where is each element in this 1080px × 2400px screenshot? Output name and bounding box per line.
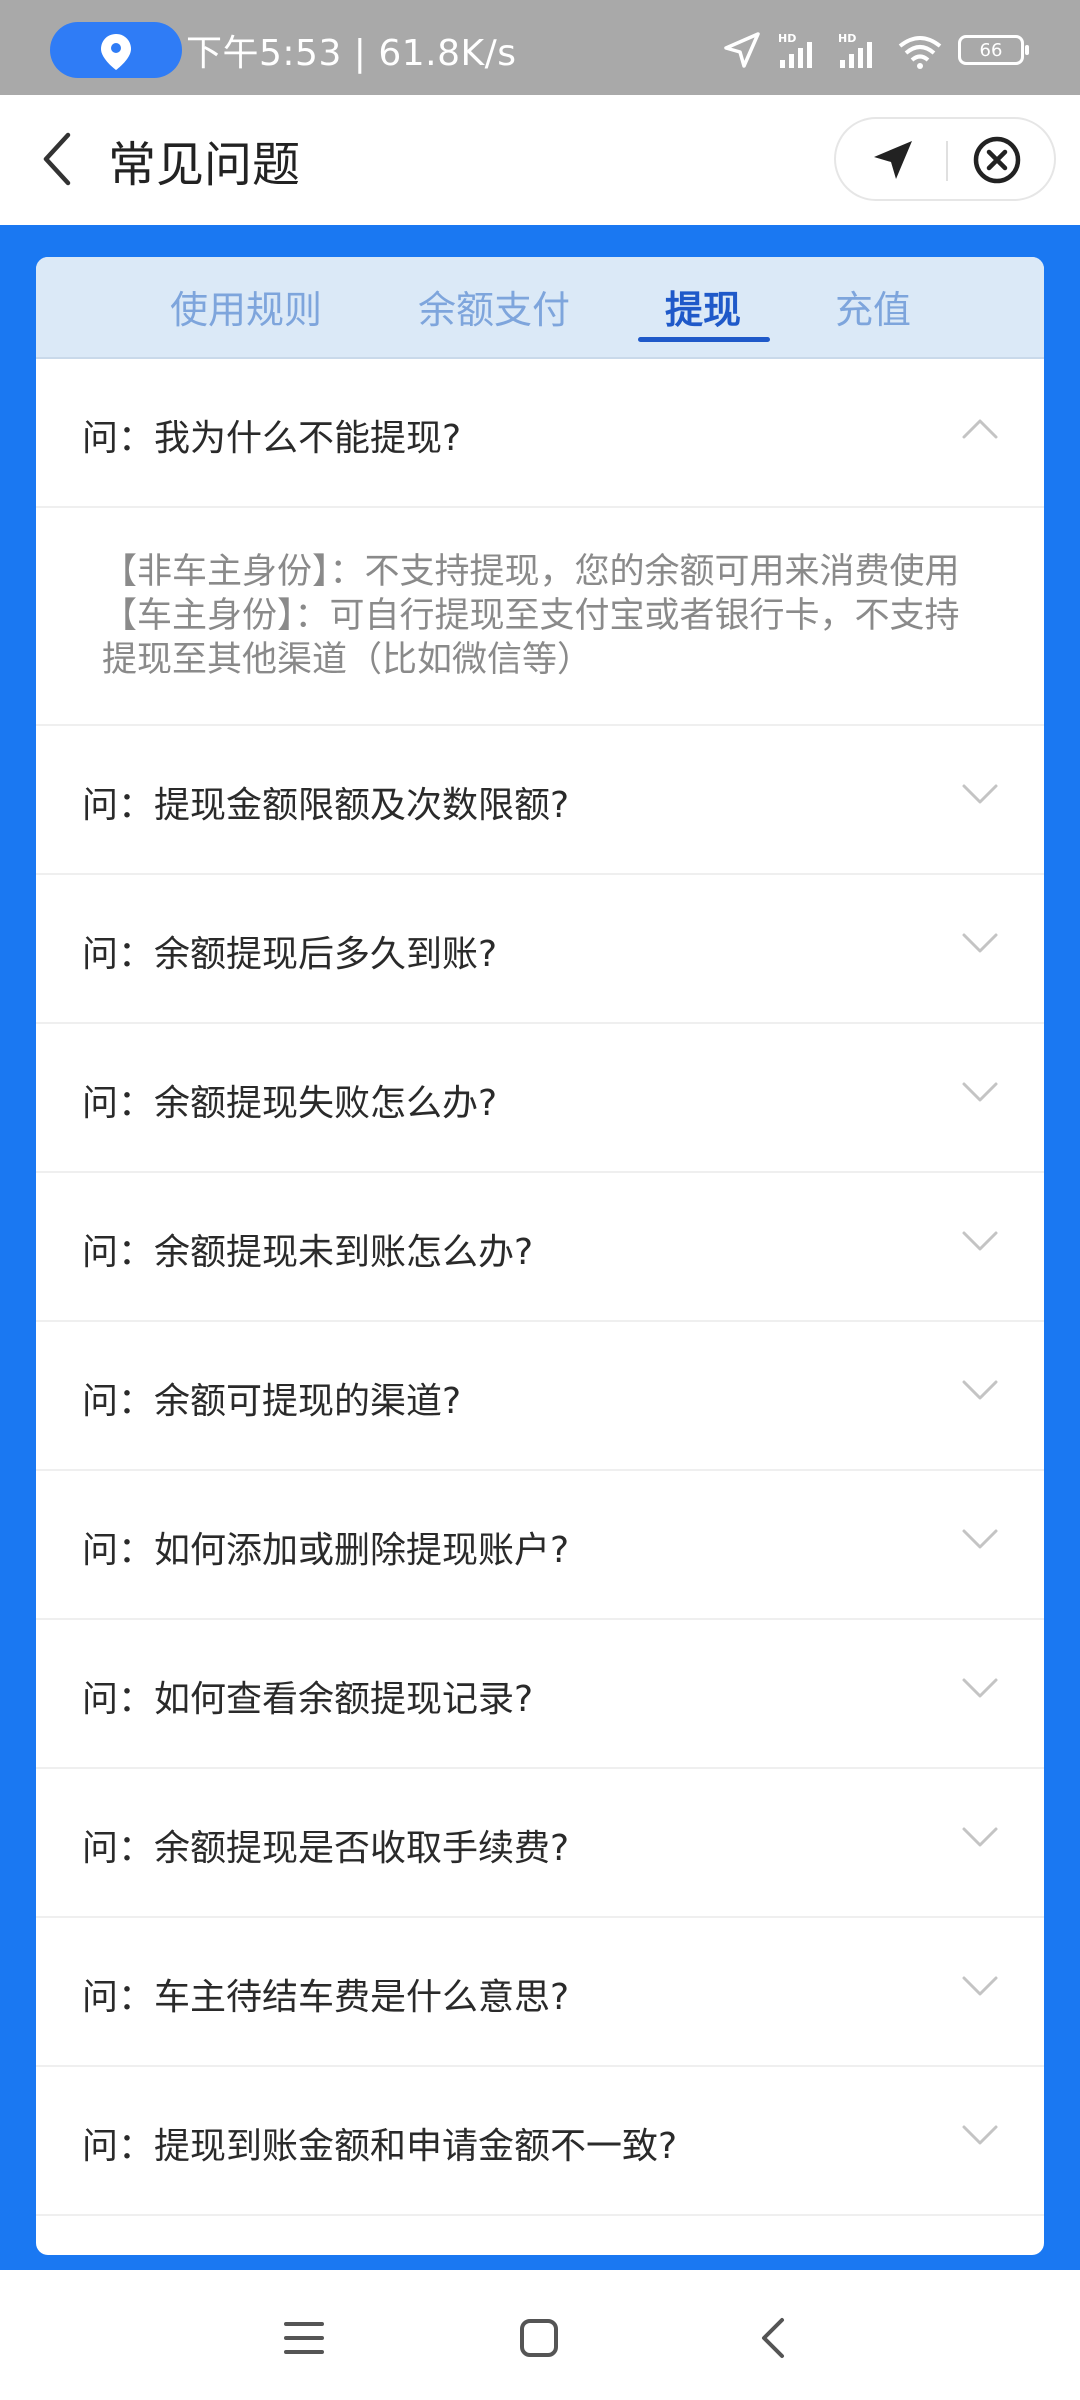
close-circle-icon	[973, 136, 1021, 184]
tab-bar: 使用规则 余额支付 提现 充值	[36, 257, 1044, 359]
faq-panel: 使用规则 余额支付 提现 充值 问：我为什么不能提现? 【非车主身份】：不支持提…	[36, 257, 1044, 2255]
chevron-down-icon	[962, 2125, 998, 2145]
battery-icon: 66	[958, 35, 1029, 65]
faq-question: 问：余额可提现的渠道?	[82, 1381, 462, 1422]
tab-recharge[interactable]: 充值	[835, 279, 911, 334]
faq-question: 问：余额提现失败怎么办?	[82, 1083, 498, 1124]
faq-question: 问：提现到账金额和申请金额不一致?	[82, 2126, 678, 2167]
faq-item[interactable]: 问：余额可提现的渠道?	[36, 1322, 1044, 1471]
location-pill	[50, 22, 182, 78]
page-title: 常见问题	[108, 137, 301, 193]
page-header: 常见问题	[0, 95, 1080, 225]
menu-button[interactable]	[274, 2308, 334, 2368]
home-square-icon	[520, 2319, 558, 2357]
chevron-down-icon	[962, 1827, 998, 1847]
status-icons: HD HD 66	[722, 28, 1029, 72]
close-button[interactable]	[972, 135, 1022, 189]
navigation-arrow-icon	[874, 141, 912, 179]
faq-question: 问：余额提现后多久到账?	[82, 934, 498, 975]
faq-question: 问：如何查看余额提现记录?	[82, 1679, 534, 1720]
battery-level: 66	[979, 39, 1003, 61]
navigation-button[interactable]	[870, 137, 916, 187]
svg-text:HD: HD	[778, 32, 796, 45]
system-back-button[interactable]	[744, 2308, 804, 2368]
hd-signal-icon: HD	[778, 32, 812, 68]
hd-signal-icon: HD	[838, 32, 872, 68]
home-button[interactable]	[509, 2308, 569, 2368]
tab-balance-payment[interactable]: 余额支付	[418, 279, 570, 334]
faq-answer-line: 【非车主身份】：不支持提现，您的余额可用来消费使用	[102, 552, 960, 592]
faq-question: 问：余额提现是否收取手续费?	[82, 1828, 570, 1869]
faq-answer: 【非车主身份】：不支持提现，您的余额可用来消费使用 【车主身份】：可自行提现至支…	[36, 506, 1044, 724]
chevron-down-icon	[962, 1678, 998, 1698]
chevron-down-icon	[962, 1231, 998, 1251]
status-time-speed: 下午5:53 | 61.8K/s	[186, 33, 517, 74]
tab-withdraw[interactable]: 提现	[665, 279, 741, 334]
svg-text:HD: HD	[838, 32, 856, 45]
chevron-down-icon	[962, 784, 998, 804]
location-pin-icon	[101, 34, 131, 70]
faq-item[interactable]: 问：余额提现是否收取手续费?	[36, 1769, 1044, 1918]
back-button[interactable]	[28, 129, 88, 189]
menu-icon	[284, 2322, 324, 2354]
tab-usage-rules[interactable]: 使用规则	[170, 279, 322, 334]
chevron-down-icon	[962, 1082, 998, 1102]
faq-item[interactable]: 问：如何查看余额提现记录?	[36, 1620, 1044, 1769]
faq-item[interactable]: 问：车主待结车费是什么意思?	[36, 1918, 1044, 2067]
faq-question: 问：提现金额限额及次数限额?	[82, 785, 570, 826]
chevron-down-icon	[962, 1380, 998, 1400]
faq-item[interactable]: 问：余额提现后多久到账?	[36, 875, 1044, 1024]
back-chevron-icon	[762, 2318, 784, 2358]
chevron-down-icon	[962, 1976, 998, 1996]
system-navigation-bar	[0, 2270, 1080, 2400]
chevron-left-icon	[43, 132, 71, 186]
faq-item[interactable]: 问：余额提现失败怎么办?	[36, 1024, 1044, 1173]
active-tab-indicator	[638, 337, 770, 342]
chevron-down-icon	[962, 933, 998, 953]
faq-item[interactable]: 问：提现到账金额和申请金额不一致?	[36, 2067, 1044, 2216]
faq-question-row[interactable]: 问：我为什么不能提现?	[36, 359, 1044, 506]
faq-question: 问：如何添加或删除提现账户?	[82, 1530, 570, 1571]
faq-item-expanded[interactable]: 问：我为什么不能提现? 【非车主身份】：不支持提现，您的余额可用来消费使用 【车…	[36, 359, 1044, 726]
faq-question: 问：我为什么不能提现?	[82, 418, 462, 459]
faq-item[interactable]: 问：余额提现未到账怎么办?	[36, 1173, 1044, 1322]
location-arrow-icon	[724, 32, 760, 68]
faq-item[interactable]: 问：如何添加或删除提现账户?	[36, 1471, 1044, 1620]
status-bar: 下午5:53 | 61.8K/s HD HD 66	[0, 0, 1080, 95]
faq-list: 问：我为什么不能提现? 【非车主身份】：不支持提现，您的余额可用来消费使用 【车…	[36, 359, 1044, 2216]
faq-question: 问：余额提现未到账怎么办?	[82, 1232, 534, 1273]
capsule-divider	[946, 141, 948, 181]
mini-app-capsule	[834, 117, 1056, 201]
faq-answer-line: 【车主身份】：可自行提现至支付宝或者银行卡，不支持提现至其他渠道（比如微信等）	[102, 596, 960, 680]
chevron-up-icon	[962, 419, 998, 439]
faq-question: 问：车主待结车费是什么意思?	[82, 1977, 570, 2018]
wifi-icon	[898, 36, 942, 69]
chevron-down-icon	[962, 1529, 998, 1549]
faq-item[interactable]: 问：提现金额限额及次数限额?	[36, 726, 1044, 875]
